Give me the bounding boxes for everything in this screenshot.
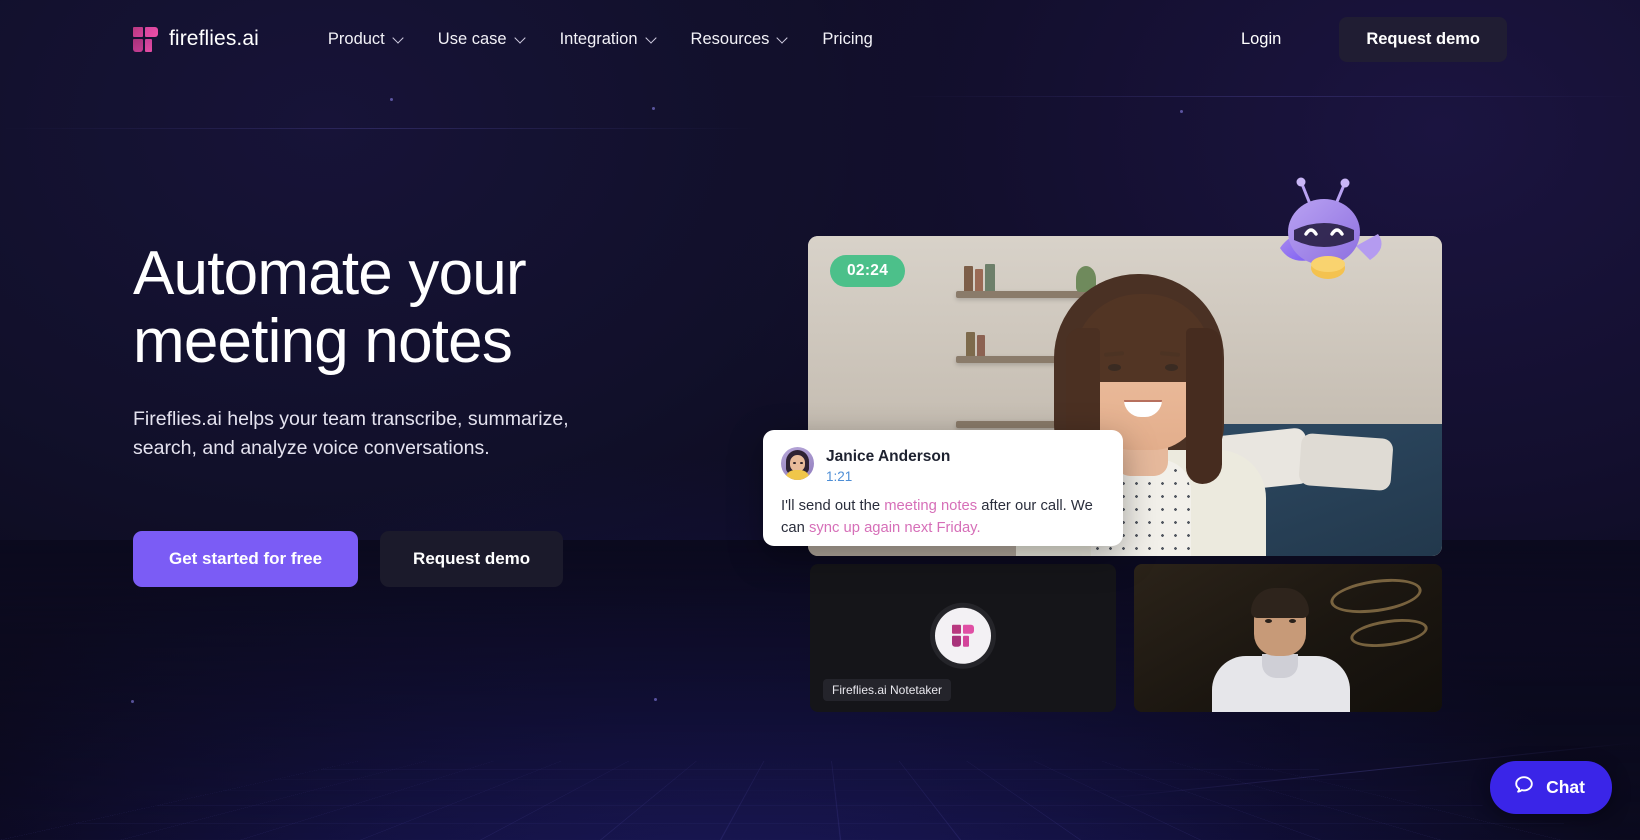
nav-item-integration[interactable]: Integration [543, 20, 674, 59]
book [966, 332, 975, 356]
login-link[interactable]: Login [1223, 20, 1299, 59]
hero-subtitle-line-1: Fireflies.ai helps your team transcribe,… [133, 408, 569, 431]
nav-label: Product [327, 29, 385, 48]
hero-title-line-2: meeting notes [133, 306, 513, 376]
book [964, 266, 973, 291]
header-actions: Login Request demo [1223, 16, 1507, 62]
participant-eye [1165, 364, 1178, 371]
book [985, 264, 995, 291]
participant-eye [1108, 364, 1121, 371]
background-dot [1180, 110, 1183, 113]
chevron-down-icon [393, 33, 404, 44]
nav-label: Integration [559, 29, 638, 48]
nav-label: Use case [437, 29, 507, 48]
request-demo-button-hero[interactable]: Request demo [380, 530, 564, 587]
transcript-text: I'll send out the meeting notes after ou… [781, 496, 1105, 539]
chat-widget-label: Chat [1546, 777, 1585, 797]
chevron-down-icon [515, 33, 526, 44]
hero-title-line-1: Automate your [133, 239, 527, 308]
chevron-down-icon [646, 33, 657, 44]
video-tile-secondary[interactable] [1134, 564, 1442, 712]
book [977, 335, 985, 356]
hero-content: Automate your meeting notes Fireflies.ai… [133, 240, 753, 587]
transcript-meta: Janice Anderson 1:21 [826, 447, 950, 484]
hero-subtitle-line-2: search, and analyze voice conversations. [133, 437, 490, 460]
nav-item-use-case[interactable]: Use case [421, 20, 543, 59]
transcript-text-part-2: after our call. [977, 498, 1067, 515]
background-dot [652, 107, 655, 110]
participant-hair-side [1186, 328, 1222, 484]
transcript-speaker-name: Janice Anderson [826, 448, 951, 465]
notetaker-name-label: Fireflies.ai Notetaker [823, 679, 952, 701]
transcript-timestamp[interactable]: 1:21 [826, 469, 950, 484]
pillow [1298, 432, 1394, 492]
chevron-down-icon [777, 33, 788, 44]
brand-name: fireflies.ai [169, 27, 259, 50]
fireflies-logo-icon [133, 26, 158, 52]
participant2-eye [1265, 619, 1272, 623]
meeting-mockup: 02:24 Fireflies.ai Notetaker Janice Ande… [763, 236, 1442, 712]
nav-item-resources[interactable]: Resources [674, 20, 806, 59]
notetaker-avatar [935, 607, 991, 664]
transcript-header: Janice Anderson 1:21 [781, 447, 1105, 484]
nav-item-product[interactable]: Product [311, 20, 421, 59]
page-title: Automate your meeting notes [133, 240, 753, 375]
participant2-eye [1289, 619, 1296, 623]
chat-widget-button[interactable]: Chat [1490, 761, 1612, 814]
hero-cta-group: Get started for free Request demo [133, 530, 753, 587]
nav-item-pricing[interactable]: Pricing [805, 20, 889, 59]
user-avatar [781, 447, 814, 480]
background-streak [900, 96, 1640, 97]
fireflies-robot-mascot-icon [1270, 176, 1390, 286]
book [975, 269, 983, 291]
get-started-button[interactable]: Get started for free [133, 530, 359, 587]
participant2-collar [1262, 654, 1298, 678]
background-dot [131, 700, 134, 703]
transcript-card[interactable]: Janice Anderson 1:21 I'll send out the m… [763, 430, 1123, 546]
background-dot [390, 98, 393, 101]
chat-bubble-icon [1513, 774, 1535, 801]
fireflies-logo-icon [952, 624, 974, 647]
video-tile-notetaker[interactable]: Fireflies.ai Notetaker [810, 564, 1116, 712]
site-header: fireflies.ai Product Use case Integratio… [0, 0, 1640, 78]
background-dot [654, 698, 657, 701]
request-demo-button-header[interactable]: Request demo [1339, 16, 1507, 62]
transcript-highlight-2[interactable]: sync up again next Friday. [809, 520, 981, 536]
primary-navigation: Product Use case Integration Resources P… [311, 20, 890, 59]
background-streak [0, 128, 760, 129]
transcript-highlight-1[interactable]: meeting notes [884, 498, 977, 514]
transcript-text-part-1: I'll send out the [781, 498, 885, 515]
nav-label: Resources [690, 29, 770, 48]
hero-subtitle: Fireflies.ai helps your team transcribe,… [133, 405, 603, 463]
participant2-hair [1251, 588, 1309, 618]
nav-label: Pricing [822, 29, 873, 48]
recording-timer-badge: 02:24 [830, 255, 906, 287]
brand-logo-link[interactable]: fireflies.ai [133, 26, 259, 52]
